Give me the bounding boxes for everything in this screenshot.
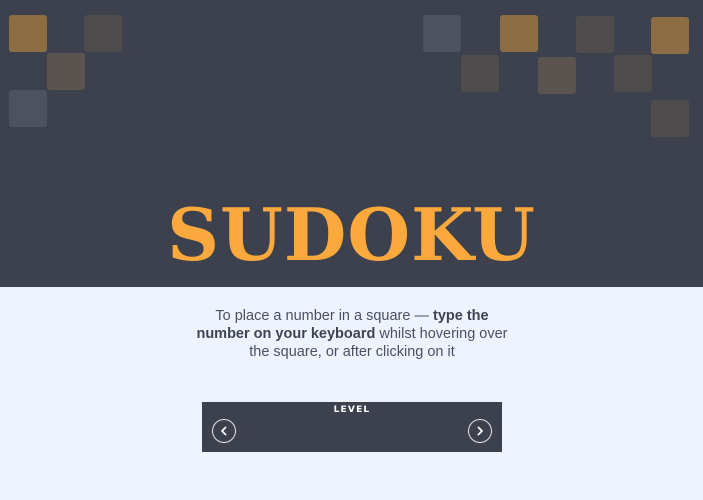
- chevron-left-icon: [221, 426, 227, 436]
- decor-tile: [576, 16, 614, 53]
- instructions-text: To place a number in a square — type the…: [196, 307, 508, 361]
- decor-tile: [614, 55, 652, 92]
- hero-banner: SUDOKU: [0, 0, 703, 287]
- decor-tile: [47, 53, 85, 90]
- level-label: LEVEL: [333, 405, 371, 415]
- decor-tile: [423, 15, 461, 52]
- level-next-button[interactable]: [468, 419, 492, 443]
- decor-tile: [651, 100, 689, 137]
- decor-tile: [9, 15, 47, 52]
- decor-tile: [538, 57, 576, 94]
- decor-tile: [9, 90, 47, 127]
- level-prev-button[interactable]: [212, 419, 236, 443]
- chevron-right-icon: [477, 426, 483, 436]
- decor-tile: [500, 15, 538, 52]
- instructions-part1: To place a number in a square —: [215, 308, 434, 324]
- decor-tile: [651, 17, 689, 54]
- level-selector: LEVEL: [202, 402, 502, 452]
- decor-tile: [84, 15, 122, 52]
- decor-tile: [461, 55, 499, 92]
- page-title: SUDOKU: [167, 192, 536, 277]
